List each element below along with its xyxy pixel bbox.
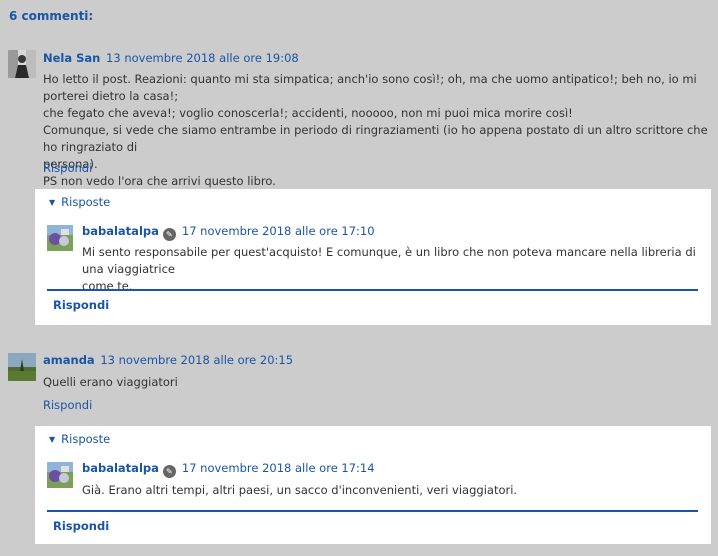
pencil-icon: ✎: [162, 465, 176, 478]
reply-divider: [47, 510, 698, 512]
comment-body: Quelli erano viaggiatori: [43, 374, 715, 391]
reply-thread: ▼ Risposte babalatalpa ✎ 17 novembre 2018 a…: [35, 189, 711, 325]
comment-line: Quelli erano viaggiatori: [43, 375, 178, 389]
comment-line: PS non vedo l'ora che arrivi questo libr…: [43, 174, 276, 188]
reply-link[interactable]: Rispondi: [43, 161, 92, 175]
reply-author[interactable]: babalatalpa: [82, 461, 159, 475]
reply-divider: [47, 289, 698, 291]
comment-date[interactable]: 13 novembre 2018 alle ore 19:08: [106, 51, 299, 65]
triangle-down-icon: ▼: [49, 198, 56, 207]
reply-line: come te.: [82, 279, 133, 293]
pencil-icon: ✎: [162, 228, 176, 241]
comments-title: 6 commenti:: [9, 9, 94, 23]
reply-author[interactable]: babalatalpa: [82, 224, 159, 238]
comment-body: Ho letto il post. Reazioni: quanto mi st…: [43, 71, 715, 190]
thread-reply-button[interactable]: Rispondi: [53, 519, 109, 533]
comment-line: Comunque, si vede che siamo entrambe in …: [43, 123, 708, 154]
reply-body: Mi sento responsabile per quest'acquisto…: [82, 244, 704, 295]
reply-header: babalatalpa ✎ 17 novembre 2018 alle ore 17…: [82, 224, 375, 241]
avatar[interactable]: [47, 225, 73, 251]
avatar[interactable]: [47, 462, 73, 488]
comment-line: persona).: [43, 157, 98, 171]
avatar[interactable]: [8, 353, 36, 381]
thread-reply-button[interactable]: Rispondi: [53, 298, 109, 312]
reply-link[interactable]: Rispondi: [43, 398, 92, 412]
reply-thread: ▼ Risposte babalatalpa ✎ 17 novembre 2018 a…: [35, 426, 711, 544]
reply-line: Mi sento responsabile per quest'acquisto…: [82, 245, 696, 276]
thread-toggle[interactable]: ▼ Risposte: [49, 195, 110, 209]
reply-line: Già. Erano altri tempi, altri paesi, un …: [82, 483, 518, 497]
reply-body: Già. Erano altri tempi, altri paesi, un …: [82, 482, 704, 499]
comment-date[interactable]: 13 novembre 2018 alle ore 20:15: [100, 353, 293, 367]
reply-header: babalatalpa ✎ 17 novembre 2018 alle ore 17…: [82, 461, 375, 478]
reply-date[interactable]: 17 novembre 2018 alle ore 17:14: [182, 461, 375, 475]
comment-author[interactable]: Nela San: [43, 51, 100, 65]
comment-line: che fegato che aveva!; voglio conoscerla…: [43, 106, 573, 120]
thread-toggle-label: Risposte: [61, 432, 111, 446]
comment-author[interactable]: amanda: [43, 353, 95, 367]
triangle-down-icon: ▼: [49, 435, 56, 444]
avatar[interactable]: [8, 50, 36, 78]
thread-toggle[interactable]: ▼ Risposte: [49, 432, 110, 446]
comment-line: Ho letto il post. Reazioni: quanto mi st…: [43, 72, 697, 103]
reply-date[interactable]: 17 novembre 2018 alle ore 17:10: [182, 224, 375, 238]
thread-toggle-label: Risposte: [61, 195, 111, 209]
